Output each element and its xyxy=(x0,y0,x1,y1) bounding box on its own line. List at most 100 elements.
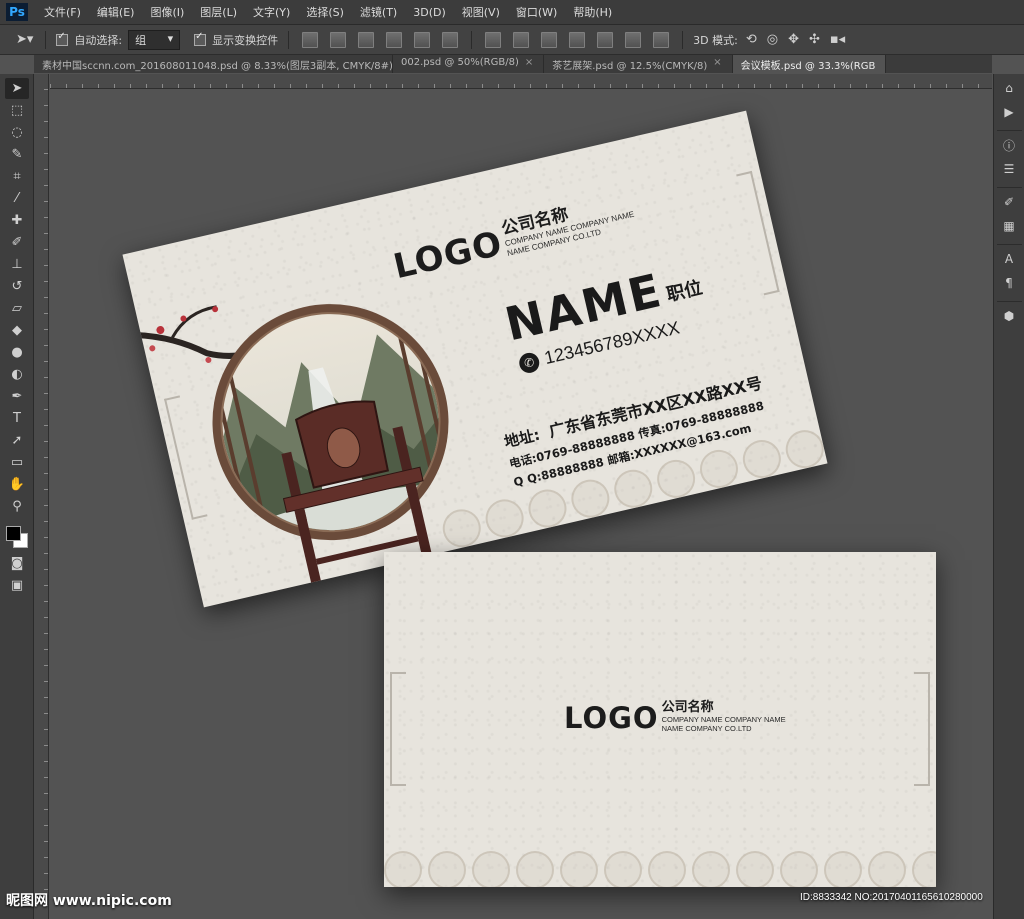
distribute-right-button[interactable] xyxy=(625,31,642,48)
ruler-vertical[interactable] xyxy=(34,74,49,919)
3d-scale-icon[interactable]: ▪◂ xyxy=(828,32,847,47)
align-right-button[interactable] xyxy=(442,31,459,48)
move-tool-preset-icon[interactable]: ➤▾ xyxy=(14,32,35,47)
show-transform-label: 显示变换控件 xyxy=(212,33,279,47)
divider xyxy=(471,30,473,49)
lasso-tool-icon[interactable]: ◌ xyxy=(5,122,29,143)
3d-slide-icon[interactable]: ✣ xyxy=(807,32,822,47)
healing-brush-tool-icon[interactable]: ✚ xyxy=(5,210,29,231)
zoom-tool-icon[interactable]: ⚲ xyxy=(5,496,29,517)
screen-mode-icon[interactable]: ▣ xyxy=(5,575,29,596)
foreground-color-swatch[interactable] xyxy=(6,526,21,541)
actions-panel-icon[interactable]: ▶ xyxy=(998,102,1020,122)
paragraph-panel-icon[interactable]: ¶ xyxy=(998,273,1020,293)
menu-layer[interactable]: 图层(L) xyxy=(192,4,245,20)
clone-stamp-tool-icon[interactable]: ⊥ xyxy=(5,254,29,275)
logo-text: LOGO xyxy=(389,223,507,288)
wave-circle xyxy=(481,495,528,542)
eraser-tool-icon[interactable]: ▱ xyxy=(5,298,29,319)
menu-edit[interactable]: 编辑(E) xyxy=(89,4,143,20)
close-icon[interactable]: × xyxy=(525,57,533,73)
align-left-button[interactable] xyxy=(386,31,403,48)
align-top-button[interactable] xyxy=(302,31,319,48)
tab-document-4[interactable]: 会议模板.psd @ 33.3%(RGB xyxy=(732,55,887,73)
business-card-back: LOGO 公司名称 COMPANY NAME COMPANY NAME NAME… xyxy=(384,552,936,887)
brush-panel-icon[interactable]: ✐ xyxy=(998,192,1020,212)
menu-select[interactable]: 选择(S) xyxy=(298,4,352,20)
crop-tool-icon[interactable]: ⌗ xyxy=(5,166,29,187)
menu-filter[interactable]: 滤镜(T) xyxy=(352,4,405,20)
distribute-vcenter-button[interactable] xyxy=(513,31,530,48)
character-panel-icon[interactable]: A xyxy=(998,249,1020,269)
distribute-hcenter-button[interactable] xyxy=(597,31,614,48)
distribute-bottom-button[interactable] xyxy=(541,31,558,48)
cloud-wave-pattern xyxy=(384,851,936,887)
tab-document-1[interactable]: 素材中国sccnn.com_201608011048.psd @ 8.33%(图… xyxy=(34,55,393,73)
front-logo-block: LOGO 公司名称 COMPANY NAME COMPANY NAME NAME… xyxy=(389,191,637,288)
move-tool-icon[interactable]: ➤ xyxy=(5,78,29,99)
auto-select-checkbox[interactable] xyxy=(56,31,69,46)
auto-select-label: 自动选择: xyxy=(74,33,123,47)
auto-select-dropdown[interactable]: 组 ▾ xyxy=(128,29,181,50)
company-name-cn: 公司名称 xyxy=(661,700,714,715)
3d-rotate-icon[interactable]: ⟲ xyxy=(744,32,759,47)
menu-3d[interactable]: 3D(D) xyxy=(405,6,454,19)
menu-help[interactable]: 帮助(H) xyxy=(565,4,620,20)
menu-file[interactable]: 文件(F) xyxy=(36,4,89,20)
divider xyxy=(682,30,684,49)
align-vcenter-button[interactable] xyxy=(330,31,347,48)
ruler-horizontal[interactable] xyxy=(50,74,992,89)
document-tabs: 素材中国sccnn.com_201608011048.psd @ 8.33%(图… xyxy=(34,55,992,73)
type-tool-icon[interactable]: T xyxy=(5,408,29,429)
3d-panel-icon[interactable]: ⬢ xyxy=(998,306,1020,326)
pen-tool-icon[interactable]: ✒ xyxy=(5,386,29,407)
blur-tool-icon[interactable]: ● xyxy=(5,342,29,363)
path-select-tool-icon[interactable]: ➚ xyxy=(5,430,29,451)
shape-tool-icon[interactable]: ▭ xyxy=(5,452,29,473)
marquee-tool-icon[interactable]: ⬚ xyxy=(5,100,29,121)
auto-align-button[interactable] xyxy=(653,31,670,48)
wave-circle xyxy=(516,851,554,887)
menu-view[interactable]: 视图(V) xyxy=(454,4,508,20)
wave-circle xyxy=(567,475,614,522)
history-brush-tool-icon[interactable]: ↺ xyxy=(5,276,29,297)
quick-select-tool-icon[interactable]: ✎ xyxy=(5,144,29,165)
align-bottom-button[interactable] xyxy=(358,31,375,48)
align-hcenter-button[interactable] xyxy=(414,31,431,48)
wave-circle xyxy=(438,505,485,552)
wave-circle xyxy=(610,465,657,512)
divider xyxy=(997,236,1022,245)
properties-panel-icon[interactable]: ☰ xyxy=(998,159,1020,179)
history-panel-icon[interactable]: ⌂ xyxy=(998,78,1020,98)
menu-image[interactable]: 图像(I) xyxy=(142,4,192,20)
divider xyxy=(288,30,290,49)
3d-mode-label: 3D 模式: xyxy=(693,33,738,47)
distribute-top-button[interactable] xyxy=(485,31,502,48)
tab-document-2[interactable]: 002.psd @ 50%(RGB/8) × xyxy=(393,55,545,73)
hand-tool-icon[interactable]: ✋ xyxy=(5,474,29,495)
3d-roll-icon[interactable]: ◎ xyxy=(765,32,780,47)
brush-presets-icon[interactable]: ▦ xyxy=(998,216,1020,236)
wave-circle xyxy=(384,851,422,887)
dodge-tool-icon[interactable]: ◐ xyxy=(5,364,29,385)
wave-circle xyxy=(912,851,936,887)
paint-bucket-tool-icon[interactable]: ◆ xyxy=(5,320,29,341)
photoshop-logo: Ps xyxy=(6,3,28,21)
show-transform-checkbox[interactable] xyxy=(194,31,207,46)
logo-text: LOGO xyxy=(564,701,659,735)
3d-pan-icon[interactable]: ✥ xyxy=(786,32,801,47)
info-panel-icon[interactable]: ⓘ xyxy=(998,135,1020,155)
quick-mask-icon[interactable]: ◙ xyxy=(5,553,29,574)
wave-circle xyxy=(472,851,510,887)
eyedropper-tool-icon[interactable]: ⁄ xyxy=(5,188,29,209)
brush-tool-icon[interactable]: ✐ xyxy=(5,232,29,253)
menu-window[interactable]: 窗口(W) xyxy=(508,4,565,20)
wave-circle xyxy=(604,851,642,887)
menu-type[interactable]: 文字(Y) xyxy=(245,4,298,20)
close-icon[interactable]: × xyxy=(713,57,721,73)
color-swatches xyxy=(0,518,33,552)
distribute-left-button[interactable] xyxy=(569,31,586,48)
back-logo-block: LOGO 公司名称 COMPANY NAME COMPANY NAME NAME… xyxy=(564,700,786,733)
wave-circle xyxy=(692,851,730,887)
tab-document-3[interactable]: 茶艺展架.psd @ 12.5%(CMYK/8) × xyxy=(544,55,733,73)
